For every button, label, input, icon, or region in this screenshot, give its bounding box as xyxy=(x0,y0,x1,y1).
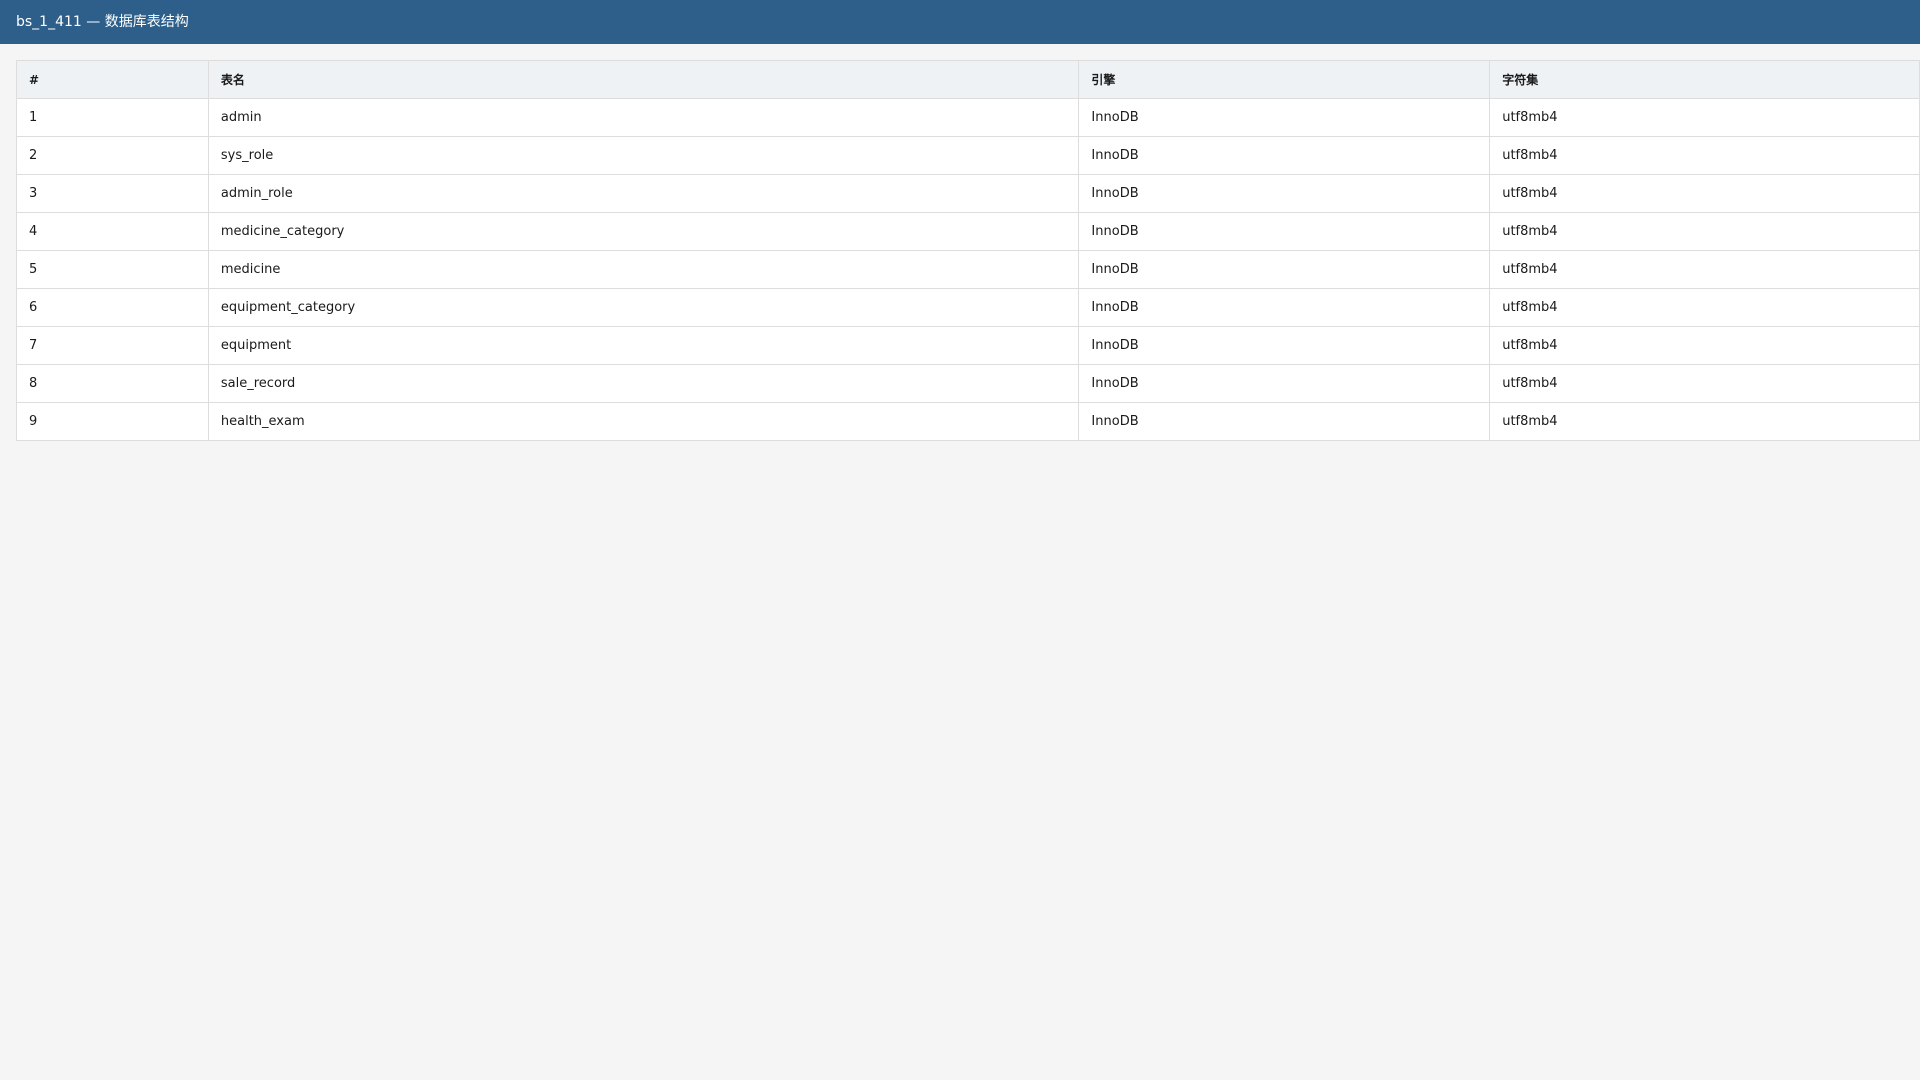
cell-engine: InnoDB xyxy=(1078,288,1491,327)
cell-index: 8 xyxy=(16,364,209,403)
table-row: 9 health_exam InnoDB utf8mb4 xyxy=(16,402,1920,441)
cell-index: 4 xyxy=(16,212,209,251)
cell-engine: InnoDB xyxy=(1078,98,1491,137)
cell-engine: InnoDB xyxy=(1078,174,1491,213)
cell-engine: InnoDB xyxy=(1078,250,1491,289)
cell-engine: InnoDB xyxy=(1078,326,1491,365)
cell-index: 1 xyxy=(16,98,209,137)
title-bar: bs_1_411 — 数据库表结构 xyxy=(0,0,1920,44)
cell-charset: utf8mb4 xyxy=(1489,288,1920,327)
table-row: 2 sys_role InnoDB utf8mb4 xyxy=(16,136,1920,175)
main-content: # 表名 引擎 字符集 1 admin InnoDB utf8mb4 2 sys… xyxy=(0,44,1920,441)
table-row: 5 medicine InnoDB utf8mb4 xyxy=(16,250,1920,289)
cell-index: 6 xyxy=(16,288,209,327)
table-row: 6 equipment_category InnoDB utf8mb4 xyxy=(16,288,1920,327)
cell-engine: InnoDB xyxy=(1078,136,1491,175)
cell-index: 7 xyxy=(16,326,209,365)
cell-table-name: sale_record xyxy=(207,364,1080,403)
cell-table-name: equipment_category xyxy=(207,288,1080,327)
cell-engine: InnoDB xyxy=(1078,402,1491,441)
cell-charset: utf8mb4 xyxy=(1489,326,1920,365)
cell-index: 3 xyxy=(16,174,209,213)
cell-charset: utf8mb4 xyxy=(1489,250,1920,289)
cell-table-name: sys_role xyxy=(207,136,1080,175)
page-title: bs_1_411 — 数据库表结构 xyxy=(16,14,189,30)
column-header-engine: 引擎 xyxy=(1078,60,1491,99)
table-row: 7 equipment InnoDB utf8mb4 xyxy=(16,326,1920,365)
cell-table-name: medicine_category xyxy=(207,212,1080,251)
cell-engine: InnoDB xyxy=(1078,212,1491,251)
cell-charset: utf8mb4 xyxy=(1489,364,1920,403)
table-row: 8 sale_record InnoDB utf8mb4 xyxy=(16,364,1920,403)
cell-index: 5 xyxy=(16,250,209,289)
cell-table-name: admin_role xyxy=(207,174,1080,213)
table-row: 1 admin InnoDB utf8mb4 xyxy=(16,98,1920,137)
tables-list: # 表名 引擎 字符集 1 admin InnoDB utf8mb4 2 sys… xyxy=(16,60,1920,441)
cell-charset: utf8mb4 xyxy=(1489,98,1920,137)
cell-table-name: admin xyxy=(207,98,1080,137)
cell-charset: utf8mb4 xyxy=(1489,212,1920,251)
column-header-charset: 字符集 xyxy=(1489,60,1920,99)
cell-index: 9 xyxy=(16,402,209,441)
cell-charset: utf8mb4 xyxy=(1489,174,1920,213)
cell-index: 2 xyxy=(16,136,209,175)
table-row: 3 admin_role InnoDB utf8mb4 xyxy=(16,174,1920,213)
cell-charset: utf8mb4 xyxy=(1489,136,1920,175)
cell-engine: InnoDB xyxy=(1078,364,1491,403)
table-row: 4 medicine_category InnoDB utf8mb4 xyxy=(16,212,1920,251)
cell-table-name: health_exam xyxy=(207,402,1080,441)
table-header-row: # 表名 引擎 字符集 xyxy=(16,60,1920,99)
cell-table-name: equipment xyxy=(207,326,1080,365)
column-header-index: # xyxy=(16,60,209,99)
cell-table-name: medicine xyxy=(207,250,1080,289)
column-header-table-name: 表名 xyxy=(207,60,1080,99)
cell-charset: utf8mb4 xyxy=(1489,402,1920,441)
